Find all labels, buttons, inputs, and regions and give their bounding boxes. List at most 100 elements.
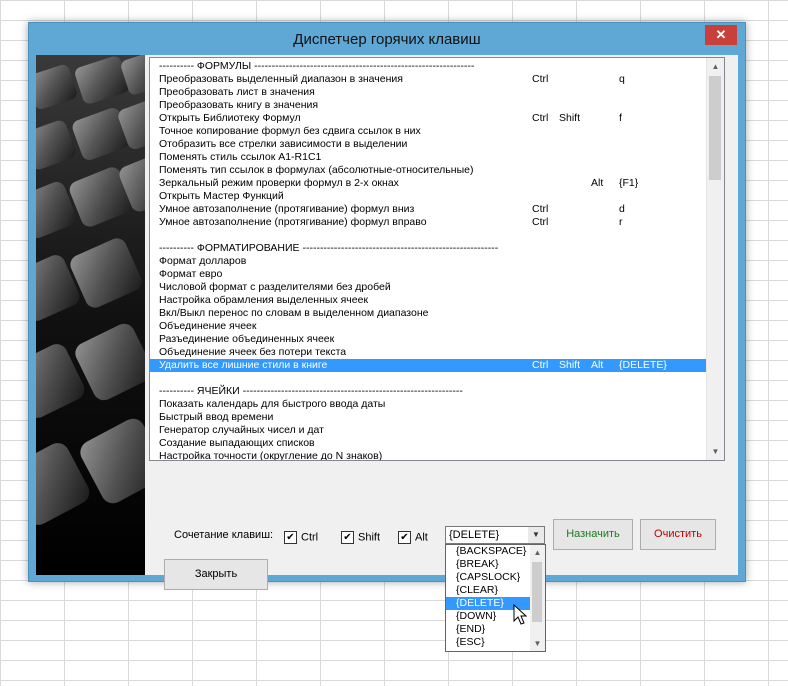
shortcut-row[interactable]: Формат долларов: [150, 255, 707, 268]
shortcut-description: ---------- ЯЧЕЙКИ ----------------------…: [159, 385, 463, 397]
alt-checkbox[interactable]: ✔ Alt: [398, 531, 428, 544]
shortcut-key: Ctrl: [532, 359, 549, 371]
shortcut-row[interactable]: Умное автозаполнение (протягивание) форм…: [150, 203, 707, 216]
dropdown-scroll-up-icon[interactable]: ▲: [530, 545, 545, 560]
list-scrollbar[interactable]: ▲ ▼: [706, 58, 724, 460]
key-option[interactable]: {ESC}: [446, 636, 530, 649]
shortcut-description: Разъединение объединенных ячеек: [159, 333, 335, 345]
dialog-client-area: ---------- ФОРМУЛЫ ---------------------…: [36, 55, 738, 652]
shortcuts-list-rows: ---------- ФОРМУЛЫ ---------------------…: [150, 58, 707, 460]
key-combination-label: Сочетание клавиш:: [174, 529, 274, 541]
shortcut-row[interactable]: [150, 372, 707, 385]
shortcut-key: Shift: [559, 359, 581, 371]
shortcut-description: Показать календарь для быстрого ввода да…: [159, 398, 386, 410]
shortcut-key: Ctrl: [532, 112, 549, 124]
scroll-up-arrow-icon[interactable]: ▲: [707, 58, 724, 75]
shortcut-row[interactable]: Формат евро: [150, 268, 707, 281]
shortcuts-list[interactable]: ---------- ФОРМУЛЫ ---------------------…: [149, 57, 725, 461]
clear-button[interactable]: Очистить: [640, 519, 716, 550]
shortcut-row[interactable]: Объединение ячеек без потери текста: [150, 346, 707, 359]
scrollbar-thumb[interactable]: [709, 76, 721, 180]
key-option[interactable]: {CAPSLOCK}: [446, 571, 530, 584]
shortcut-row[interactable]: Умное автозаполнение (протягивание) форм…: [150, 216, 707, 229]
shortcut-key: {DELETE}: [619, 359, 667, 371]
shortcut-description: Удалить все лишние стили в книге: [159, 359, 328, 371]
shortcut-description: Объединение ячеек: [159, 320, 257, 332]
shortcut-row[interactable]: Открыть Мастер Функций: [150, 190, 707, 203]
shortcut-row[interactable]: Точное копирование формул без сдвига ссы…: [150, 125, 707, 138]
title-bar[interactable]: Диспетчер горячих клавиш ✕: [29, 23, 745, 57]
shortcut-key: Ctrl: [532, 73, 549, 85]
shortcut-row[interactable]: Настройка точности (округление до N знак…: [150, 450, 707, 460]
assign-button[interactable]: Назначить: [553, 519, 633, 550]
shortcut-row[interactable]: ---------- ФОРМУЛЫ ---------------------…: [150, 60, 707, 73]
shortcut-row[interactable]: Удалить все лишние стили в книге Ctrl Shif…: [150, 359, 707, 372]
shortcut-row[interactable]: Преобразовать лист в значения: [150, 86, 707, 99]
shift-check-icon[interactable]: ✔: [341, 531, 354, 544]
shortcut-row[interactable]: Объединение ячеек: [150, 320, 707, 333]
shortcut-row[interactable]: [150, 229, 707, 242]
dropdown-scroll-down-icon[interactable]: ▼: [530, 636, 545, 651]
shortcut-key: q: [619, 73, 625, 85]
shortcut-row[interactable]: Настройка обрамления выделенных ячеек: [150, 294, 707, 307]
shortcut-row[interactable]: Числовой формат с разделителями без дроб…: [150, 281, 707, 294]
shortcut-row[interactable]: Отобразить все стрелки зависимости в выд…: [150, 138, 707, 151]
shortcut-key: f: [619, 112, 622, 124]
key-option[interactable]: {BREAK}: [446, 558, 530, 571]
shortcut-description: Вкл/Выкл перенос по словам в выделенном …: [159, 307, 429, 319]
shortcut-row[interactable]: Вкл/Выкл перенос по словам в выделенном …: [150, 307, 707, 320]
alt-check-icon[interactable]: ✔: [398, 531, 411, 544]
shift-checkbox-label: Shift: [358, 531, 381, 544]
shortcut-description: ---------- ФОРМАТИРОВАНИЕ --------------…: [159, 242, 499, 254]
ctrl-checkbox[interactable]: ✔ Ctrl: [284, 531, 318, 544]
key-select[interactable]: {DELETE} ▼: [445, 526, 545, 544]
key-dropdown-list[interactable]: {BACKSPACE} {BREAK} {CAPSLOCK} {CLEAR} {DELE…: [445, 544, 546, 652]
shortcut-description: Открыть Библиотеку Формул: [159, 112, 301, 124]
shortcut-description: ---------- ФОРМУЛЫ ---------------------…: [159, 60, 475, 72]
shortcut-description: Объединение ячеек без потери текста: [159, 346, 347, 358]
key-option[interactable]: {BACKSPACE}: [446, 545, 530, 558]
key-option[interactable]: {CLEAR}: [446, 584, 530, 597]
shortcut-row[interactable]: Быстрый ввод времени: [150, 411, 707, 424]
shortcut-description: Умное автозаполнение (протягивание) форм…: [159, 203, 415, 215]
shortcut-row[interactable]: Генератор случайных чисел и дат: [150, 424, 707, 437]
shortcut-row[interactable]: Преобразовать книгу в значения: [150, 99, 707, 112]
shortcut-row[interactable]: ---------- ФОРМАТИРОВАНИЕ --------------…: [150, 242, 707, 255]
shortcut-description: Преобразовать выделенный диапазон в знач…: [159, 73, 403, 85]
chevron-down-icon[interactable]: ▼: [528, 527, 544, 543]
shortcut-key: Shift: [559, 112, 581, 124]
shift-checkbox[interactable]: ✔ Shift: [341, 531, 380, 544]
ctrl-checkbox-label: Ctrl: [301, 531, 319, 544]
shortcut-description: Формат долларов: [159, 255, 247, 267]
shortcut-key: {F1}: [619, 177, 639, 189]
shortcut-description: Открыть Мастер Функций: [159, 190, 284, 202]
shortcut-row[interactable]: Показать календарь для быстрого ввода да…: [150, 398, 707, 411]
shortcut-key: d: [619, 203, 625, 215]
shortcut-description: Формат евро: [159, 268, 223, 280]
keyboard-photo: [36, 55, 145, 575]
shortcut-description: Поменять тип ссылок в формулах (абсолютн…: [159, 164, 474, 176]
shortcut-description: Числовой формат с разделителями без дроб…: [159, 281, 391, 293]
close-button[interactable]: Закрыть: [164, 559, 268, 590]
hotkey-manager-window: Диспетчер горячих клавиш ✕ ---------- ФО…: [28, 22, 746, 652]
shortcut-row[interactable]: Создание выпадающих списков: [150, 437, 707, 450]
ctrl-check-icon[interactable]: ✔: [284, 531, 297, 544]
scroll-down-arrow-icon[interactable]: ▼: [707, 443, 724, 460]
shortcut-description: Настройка обрамления выделенных ячеек: [159, 294, 369, 306]
shortcut-key: Alt: [591, 177, 604, 189]
shortcut-row[interactable]: ---------- ЯЧЕЙКИ ----------------------…: [150, 385, 707, 398]
dropdown-scrollbar-thumb[interactable]: [532, 562, 542, 622]
alt-checkbox-label: Alt: [415, 531, 428, 544]
shortcut-row[interactable]: Зеркальный режим проверки формул в 2-х о…: [150, 177, 707, 190]
key-options: {BACKSPACE} {BREAK} {CAPSLOCK} {CLEAR} {DELE…: [446, 545, 530, 651]
shortcut-key: Ctrl: [532, 216, 549, 228]
dropdown-scrollbar[interactable]: ▲ ▼: [530, 545, 545, 651]
shortcut-description: Создание выпадающих списков: [159, 437, 315, 449]
shortcut-row[interactable]: Разъединение объединенных ячеек: [150, 333, 707, 346]
shortcut-row[interactable]: Открыть Библиотеку Формул Ctrl Shift f: [150, 112, 707, 125]
shortcut-description: Отобразить все стрелки зависимости в выд…: [159, 138, 408, 150]
shortcut-row[interactable]: Поменять стиль ссылок А1-R1C1: [150, 151, 707, 164]
shortcut-row[interactable]: Преобразовать выделенный диапазон в знач…: [150, 73, 707, 86]
close-window-button[interactable]: ✕: [705, 25, 737, 45]
shortcut-row[interactable]: Поменять тип ссылок в формулах (абсолютн…: [150, 164, 707, 177]
